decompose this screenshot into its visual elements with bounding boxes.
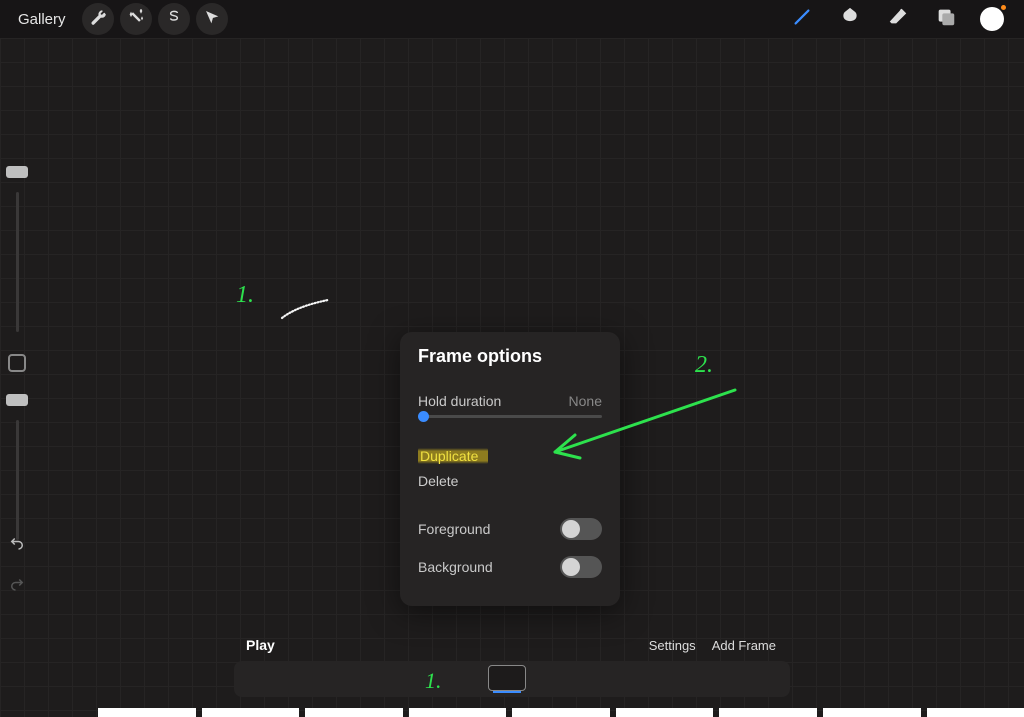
selection-button[interactable] xyxy=(158,3,190,35)
popover-title: Frame options xyxy=(418,346,602,367)
adjustments-button[interactable] xyxy=(120,3,152,35)
layers-icon xyxy=(935,6,957,33)
cursor-icon xyxy=(204,9,220,30)
eyedropper-button[interactable] xyxy=(8,354,26,372)
foreground-label: Foreground xyxy=(418,521,490,537)
add-frame-link[interactable]: Add Frame xyxy=(704,634,784,657)
wrench-icon xyxy=(90,9,106,30)
gallery-link[interactable]: Gallery xyxy=(8,7,76,32)
layers-tool[interactable] xyxy=(932,5,960,33)
smudge-icon xyxy=(839,6,861,33)
play-button[interactable]: Play xyxy=(240,633,281,657)
smudge-tool[interactable] xyxy=(836,5,864,33)
undo-icon xyxy=(8,539,26,556)
color-picker[interactable] xyxy=(980,7,1004,31)
hold-duration-label: Hold duration xyxy=(418,393,501,409)
eraser-icon xyxy=(887,6,909,33)
background-label: Background xyxy=(418,559,493,575)
background-toggle[interactable] xyxy=(560,556,602,578)
left-sidebar xyxy=(0,166,34,540)
hold-duration-slider[interactable] xyxy=(418,415,602,418)
opacity-handle[interactable] xyxy=(6,394,28,406)
brush-size-handle[interactable] xyxy=(6,166,28,178)
top-toolbar: Gallery xyxy=(0,0,1024,38)
selected-frame[interactable] xyxy=(488,665,526,691)
redo-icon xyxy=(8,580,26,597)
animation-bar: Play Settings Add Frame xyxy=(234,629,790,701)
transform-button[interactable] xyxy=(196,3,228,35)
delete-button[interactable]: Delete xyxy=(418,466,602,496)
actions-button[interactable] xyxy=(82,3,114,35)
hold-duration-value: None xyxy=(569,393,602,409)
frame-options-popover: Frame options Hold duration None Duplica… xyxy=(400,332,620,606)
eraser-tool[interactable] xyxy=(884,5,912,33)
brush-size-track[interactable] xyxy=(16,192,19,332)
hold-duration-knob[interactable] xyxy=(418,411,429,422)
foreground-toggle[interactable] xyxy=(560,518,602,540)
wand-icon xyxy=(128,9,144,30)
settings-link[interactable]: Settings xyxy=(641,634,704,657)
opacity-track[interactable] xyxy=(16,420,19,540)
brush-icon xyxy=(791,6,813,33)
selection-s-icon xyxy=(166,9,182,30)
brush-tool[interactable] xyxy=(788,5,816,33)
redo-button[interactable] xyxy=(8,575,26,598)
timeline[interactable] xyxy=(234,661,790,697)
film-strip xyxy=(98,708,1024,717)
duplicate-button[interactable]: Duplicate xyxy=(418,448,488,464)
